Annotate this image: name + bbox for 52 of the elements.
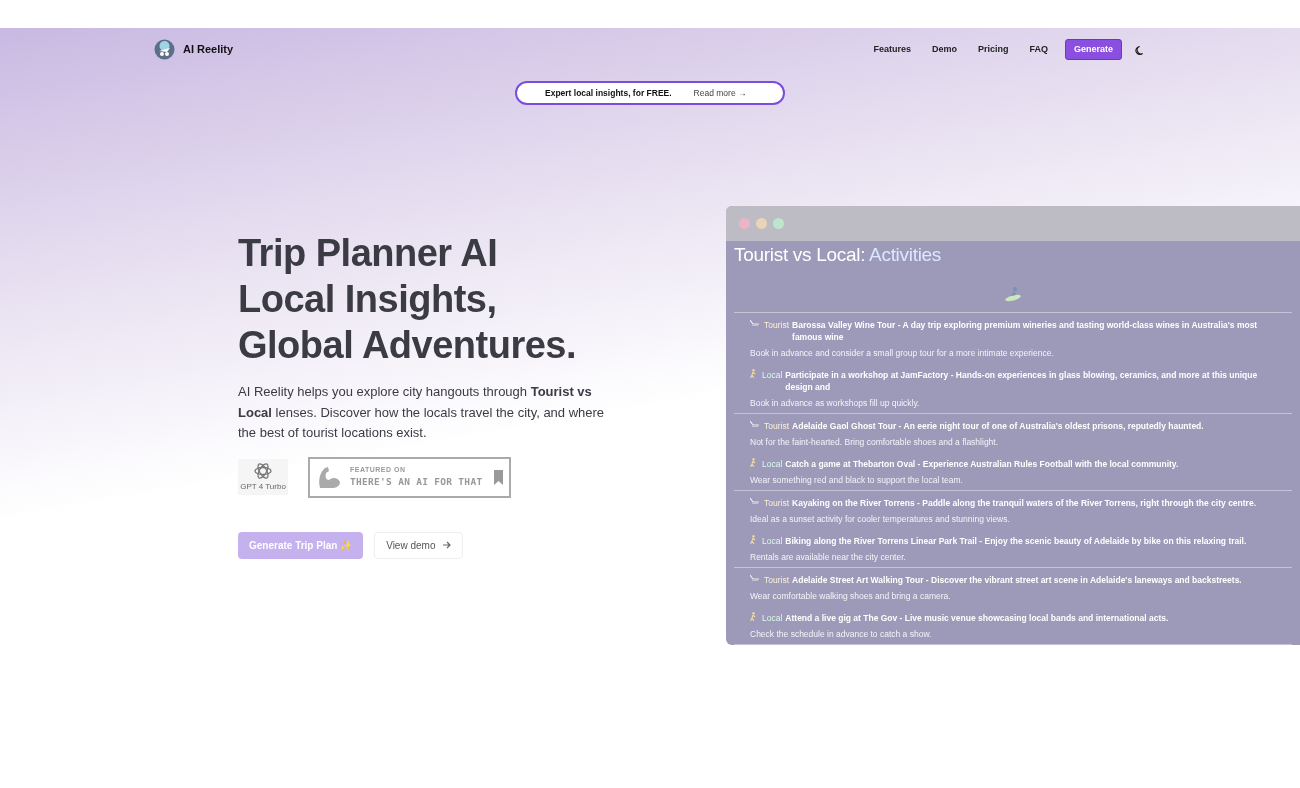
nav-link[interactable]: Demo: [927, 42, 961, 57]
activity-tip: Not for the faint-hearted. Bring comfortable shoes and a flashlight.: [750, 435, 1000, 448]
surfer-icon: [1004, 285, 1022, 302]
activity-tip: Wear something red and black to support the local team.: [750, 473, 964, 486]
nav-link[interactable]: Features: [869, 42, 915, 57]
walking-person-icon: [750, 611, 756, 621]
activity-text: Participate in a workshop at JamFactory - Hands-on experiences in glass blowing, ceramics, and more at this unique design and: [785, 368, 1259, 393]
brand-name[interactable]: AI Reelity: [183, 41, 234, 58]
generate-button[interactable]: Generate: [1064, 39, 1122, 60]
activity-text: Catch a game at Thebarton Oval - Experience Australian Rules Football with the local community.: [785, 457, 1179, 470]
category-tag: Local: [762, 368, 783, 381]
activity-text: Barossa Valley Wine Tour - A day trip exploring premium wineries and tasting world-class wines in Australia's most famous wine: [792, 318, 1259, 343]
category-tag: Local: [762, 457, 783, 470]
hero-heading: Trip Planner AI Local Insights, Global Adventures.: [238, 231, 577, 368]
activity-text: Kayaking on the River Torrens - Paddle along the tranquil waters of the River Torrens, right through the city centre.: [792, 496, 1256, 509]
activity-tip: Wear comfortable walking shoes and bring a camera.: [750, 589, 952, 602]
read-more-link[interactable]: Read more →: [693, 86, 747, 100]
activity-text: Adelaide Street Art Walking Tour - Discover the vibrant street art scene in Adelaide's laneways and backstreets.: [792, 573, 1242, 586]
activity-text: Biking along the River Torrens Linear Park Trail - Enjoy the scenic beauty of Adelaide by bike on this relaxing trail.: [785, 534, 1247, 547]
walking-person-icon: [750, 534, 756, 544]
activity-tip: Ideal as a sunset activity for cooler temperatures and stunning views.: [750, 512, 1011, 525]
lounger-icon: [750, 496, 759, 504]
category-tag: Local: [762, 534, 783, 547]
muscle-arm-icon: [316, 464, 342, 490]
category-tag: Local: [762, 611, 783, 624]
lounger-icon: [750, 573, 759, 581]
preview-title: Tourist vs Local: Activities: [734, 243, 943, 267]
view-demo-button[interactable]: View demo: [374, 531, 464, 559]
category-tag: Tourist: [764, 318, 790, 331]
walking-person-icon: [750, 457, 756, 467]
activity-tip: Rentals are available near the city center.: [750, 550, 907, 563]
category-tag: Tourist: [764, 496, 790, 509]
moon-icon[interactable]: [1135, 44, 1145, 55]
nav-link[interactable]: Pricing: [973, 42, 1013, 57]
activity-text: Adelaide Gaol Ghost Tour - An eerie night tour of one of Australia's oldest prisons, reputedly haunted.: [792, 419, 1204, 432]
hero-description: AI Reelity helps you explore city hangouts through Tourist vs Local lenses. Discover how the locals travel the city, and where the best of tourist locations exist.: [238, 383, 606, 442]
lounger-icon: [750, 419, 759, 427]
category-tag: Tourist: [764, 573, 790, 586]
bookmark-icon: [494, 469, 503, 485]
nav-link[interactable]: FAQ: [1025, 42, 1052, 57]
activity-tip: Book in advance and consider a small group tour for a more intimate experience.: [750, 346, 1055, 359]
model-badge: GPT 4 Turbo: [238, 459, 288, 495]
activity-tip: Check the schedule in advance to catch a show.: [750, 627, 933, 640]
logo-icon: [154, 39, 175, 60]
walking-person-icon: [750, 368, 756, 378]
announcement-text: Expert local insights, for FREE.: [545, 86, 672, 100]
lounger-icon: [750, 318, 759, 326]
activity-tip: Book in advance as workshops fill up quickly.: [750, 396, 921, 409]
announcement-banner[interactable]: Expert local insights, for FREE. Read more →: [515, 81, 785, 105]
category-tag: Tourist: [764, 419, 790, 432]
activity-text: Attend a live gig at The Gov - Live music venue showcasing local bands and international acts.: [785, 611, 1169, 624]
arrow-right-icon: [443, 541, 452, 549]
